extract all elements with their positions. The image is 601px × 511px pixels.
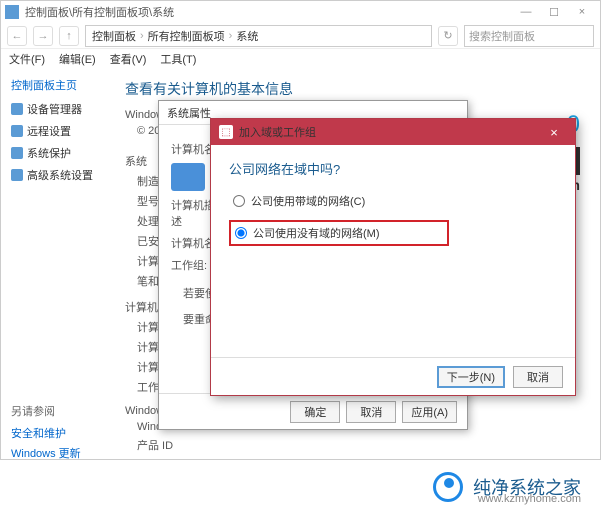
watermark-logo-icon: [433, 472, 463, 502]
computer-icon: [171, 163, 205, 191]
dialog-question: 公司网络在域中吗?: [229, 159, 557, 178]
cancel-button[interactable]: 取消: [513, 366, 563, 388]
radio-input[interactable]: [235, 227, 247, 239]
minimize-button[interactable]: —: [512, 2, 540, 22]
ok-button[interactable]: 确定: [290, 401, 340, 423]
titlebar: 控制面板\所有控制面板项\系统 — ☐ ×: [1, 1, 600, 23]
breadcrumb[interactable]: 控制面板› 所有控制面板项› 系统: [85, 25, 432, 47]
sidebar-item-protection[interactable]: 系统保护: [11, 145, 101, 161]
window-title: 控制面板\所有控制面板项\系统: [25, 4, 512, 20]
page-title: 查看有关计算机的基本信息: [125, 79, 586, 99]
close-button[interactable]: ×: [568, 2, 596, 22]
shield-icon: [11, 125, 23, 137]
apply-button[interactable]: 应用(A): [402, 401, 457, 423]
radio-input[interactable]: [233, 195, 245, 207]
next-button[interactable]: 下一步(N): [437, 366, 505, 388]
sidebar-item-device-manager[interactable]: 设备管理器: [11, 101, 101, 117]
sidebar-item-advanced[interactable]: 高级系统设置: [11, 167, 101, 183]
watermark: 纯净系统之家 www.kzmyhome.com: [0, 467, 601, 507]
dialog-title: ⬚ 加入域或工作组 ×: [211, 119, 575, 145]
network-icon: ⬚: [219, 125, 233, 139]
sidebar: 控制面板主页 设备管理器 远程设置 系统保护 高级系统设置 另请参阅 安全和维护…: [1, 69, 111, 457]
address-bar: ← → ↑ 控制面板› 所有控制面板项› 系统 ↻ 搜索控制面板: [1, 23, 600, 49]
join-domain-dialog: ⬚ 加入域或工作组 × 公司网络在域中吗? 公司使用带域的网络(C) 公司使用没…: [210, 118, 576, 396]
shield-icon: [11, 169, 23, 181]
menu-bar: 文件(F) 编辑(E) 查看(V) 工具(T): [1, 49, 600, 69]
search-input[interactable]: 搜索控制面板: [464, 25, 594, 47]
shield-icon: [11, 147, 23, 159]
see-also-label: 另请参阅: [11, 403, 101, 419]
breadcrumb-item[interactable]: 系统: [236, 28, 258, 44]
control-panel-home-link[interactable]: 控制面板主页: [11, 77, 101, 93]
menu-edit[interactable]: 编辑(E): [59, 51, 96, 67]
radio-without-domain[interactable]: 公司使用没有域的网络(M): [229, 220, 449, 246]
app-icon: [5, 5, 19, 19]
see-also-update[interactable]: Windows 更新: [11, 445, 101, 461]
breadcrumb-item[interactable]: 所有控制面板项: [148, 28, 225, 44]
breadcrumb-item[interactable]: 控制面板: [92, 28, 136, 44]
nav-forward-button[interactable]: →: [33, 26, 53, 46]
nav-back-button[interactable]: ←: [7, 26, 27, 46]
close-button[interactable]: ×: [541, 121, 567, 143]
nav-up-button[interactable]: ↑: [59, 26, 79, 46]
watermark-url: www.kzmyhome.com: [478, 493, 581, 505]
menu-file[interactable]: 文件(F): [9, 51, 45, 67]
radio-with-domain[interactable]: 公司使用带域的网络(C): [229, 190, 557, 212]
see-also-security[interactable]: 安全和维护: [11, 425, 101, 441]
sidebar-item-remote[interactable]: 远程设置: [11, 123, 101, 139]
maximize-button[interactable]: ☐: [540, 2, 568, 22]
refresh-button[interactable]: ↻: [438, 26, 458, 46]
shield-icon: [11, 103, 23, 115]
menu-tools[interactable]: 工具(T): [160, 51, 196, 67]
cancel-button[interactable]: 取消: [346, 401, 396, 423]
menu-view[interactable]: 查看(V): [110, 51, 147, 67]
